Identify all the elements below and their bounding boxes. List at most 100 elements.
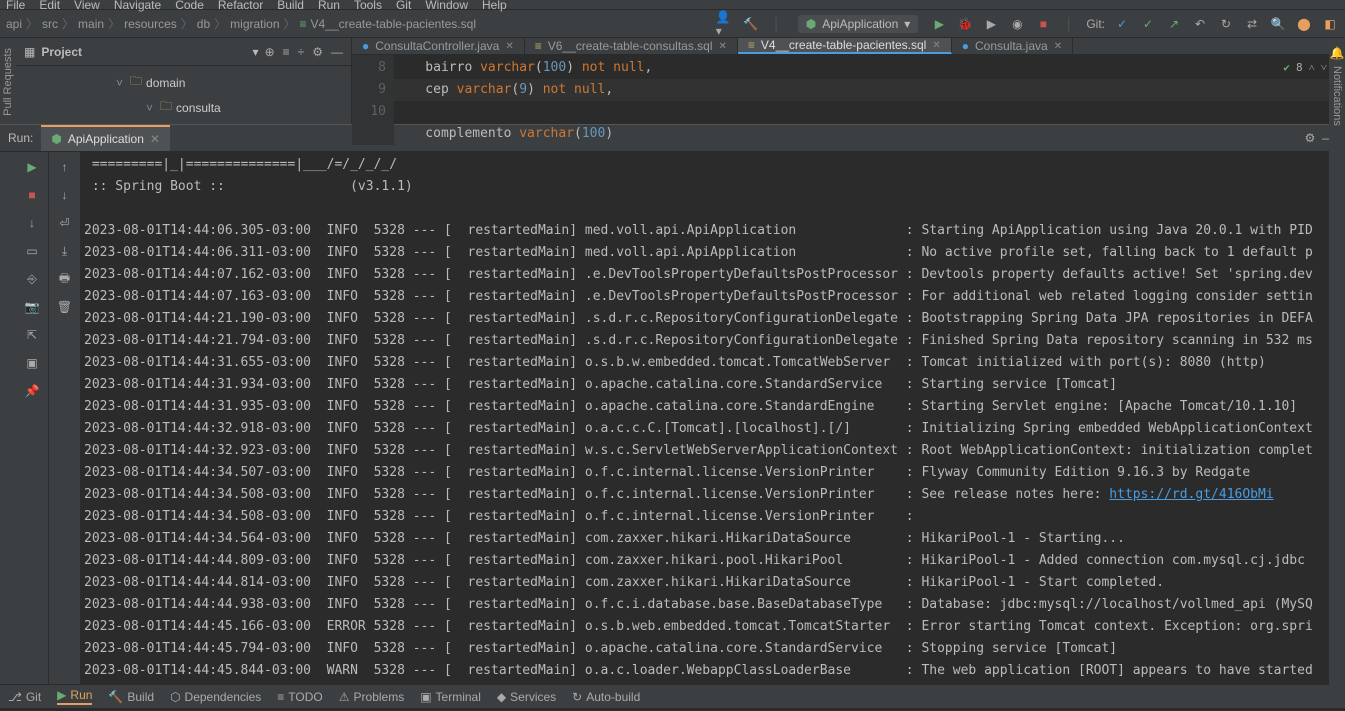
scroll-icon[interactable]: ⤓	[56, 242, 74, 260]
breadcrumb-part[interactable]: db	[197, 17, 210, 31]
tab-v4-sql[interactable]: ≡ V4__create-table-pacientes.sql ✕	[738, 38, 952, 54]
status-build[interactable]: 🔨Build	[108, 690, 154, 704]
camera-icon[interactable]: 📷	[23, 298, 41, 316]
run-tab-name: ApiApplication	[68, 132, 144, 146]
status-run[interactable]: ▶Run	[57, 688, 92, 705]
sql-file-icon: ≡	[535, 39, 542, 53]
menu-window[interactable]: Window	[425, 0, 468, 12]
menu-file[interactable]: File	[6, 0, 25, 12]
build-icon[interactable]: 🔨	[742, 15, 760, 33]
git-branch-icon[interactable]: ⇄	[1243, 15, 1261, 33]
stop-icon[interactable]: ■	[1034, 15, 1052, 33]
menu-tools[interactable]: Tools	[354, 0, 382, 12]
menu-navigate[interactable]: Navigate	[114, 0, 161, 12]
rerun-icon[interactable]: ▶	[23, 158, 41, 176]
breadcrumb-part[interactable]: resources	[124, 17, 177, 31]
breadcrumb-part[interactable]: migration	[230, 17, 279, 31]
code-area[interactable]: bairro varchar(100) not null, cep varcha…	[394, 55, 1345, 145]
pull-requests-tab[interactable]: Pull Requests	[2, 48, 14, 116]
coverage-icon[interactable]: ▶	[982, 15, 1000, 33]
run-icon[interactable]: ▶	[930, 15, 948, 33]
search-icon[interactable]: 🔍	[1269, 15, 1287, 33]
export-icon[interactable]: ⇱	[23, 326, 41, 344]
prev-icon[interactable]: ˄	[1309, 61, 1315, 74]
next-icon[interactable]: ˅	[1321, 61, 1327, 74]
console-output[interactable]: =========|_|==============|___/=/_/_/_/ …	[80, 152, 1329, 684]
project-tree: ˅ 🗀 domain ˅ 🗀 consulta	[16, 66, 351, 120]
pin-icon[interactable]: ▣	[23, 354, 41, 372]
project-title[interactable]: Project	[41, 45, 246, 59]
editor-body[interactable]: ✔ 8 ˄ ˅ 8 9 10 bairro varchar(100) not n…	[352, 55, 1345, 145]
status-problems[interactable]: ⚠Problems	[339, 690, 404, 704]
ide-update-icon[interactable]: ⬤	[1295, 15, 1313, 33]
collapse-icon[interactable]: ÷	[298, 45, 305, 59]
up-icon[interactable]: ↑	[56, 158, 74, 176]
print-icon[interactable]: 🖶	[56, 270, 74, 288]
status-terminal[interactable]: ▣Terminal	[420, 690, 481, 704]
breadcrumb-part[interactable]: main	[78, 17, 104, 31]
close-icon[interactable]: ✕	[150, 132, 160, 146]
release-notes-link[interactable]: https://rd.gt/416ObMi	[1109, 487, 1273, 502]
git-commit-icon[interactable]: ✓	[1139, 15, 1157, 33]
status-git[interactable]: ⎇Git	[8, 690, 41, 704]
tab-v6-sql[interactable]: ≡ V6__create-table-consultas.sql ✕	[525, 38, 738, 54]
chevron-down-icon: ˅	[116, 76, 126, 90]
tab-consultacontroller[interactable]: ● ConsultaController.java ✕	[352, 38, 525, 54]
status-autobuild[interactable]: ↻Auto-build	[572, 690, 640, 704]
autobuild-icon: ↻	[572, 690, 582, 704]
breadcrumb-part[interactable]: api	[6, 17, 22, 31]
hide-icon[interactable]: —	[331, 45, 343, 59]
close-icon[interactable]: ✕	[505, 41, 513, 52]
profile-icon[interactable]: ◉	[1008, 15, 1026, 33]
menu-run[interactable]: Run	[318, 0, 340, 12]
git-push-icon[interactable]: ↗	[1165, 15, 1183, 33]
notifications-tab[interactable]: Notifications	[1331, 66, 1343, 126]
status-dependencies[interactable]: ⬡Dependencies	[170, 690, 261, 704]
todo-icon: ≡	[277, 690, 284, 704]
git-history-icon[interactable]: ↶	[1191, 15, 1209, 33]
tab-consulta-java[interactable]: ● Consulta.java ✕	[952, 38, 1073, 54]
run-config-selector[interactable]: ⬢ ApiApplication ▾	[798, 15, 919, 33]
select-file-icon[interactable]: ⊕	[265, 45, 275, 59]
menu-help[interactable]: Help	[482, 0, 507, 12]
tack-icon[interactable]: 📌	[23, 382, 41, 400]
tree-item-consulta[interactable]: ˅ 🗀 consulta	[16, 95, 351, 120]
menu-build[interactable]: Build	[277, 0, 304, 12]
menu-edit[interactable]: Edit	[39, 0, 60, 12]
ide-settings-icon[interactable]: ◧	[1321, 15, 1339, 33]
status-services[interactable]: ◆Services	[497, 690, 556, 704]
status-todo[interactable]: ≡TODO	[277, 690, 322, 704]
user-icon[interactable]: 👤▾	[716, 15, 734, 33]
git-pull-icon[interactable]: ✓	[1113, 15, 1131, 33]
breadcrumb-part[interactable]: src	[42, 17, 58, 31]
editor-inspection-status[interactable]: ✔ 8 ˄ ˅	[1283, 61, 1327, 74]
wrap-icon[interactable]: ⏎	[56, 214, 74, 232]
close-icon[interactable]: ✕	[1054, 41, 1062, 52]
git-rollback-icon[interactable]: ↻	[1217, 15, 1235, 33]
project-panel: ▦ Project ▾ ⊕ ≡ ÷ ⚙ — ˅ 🗀 domain ˅ 🗀 con…	[16, 38, 352, 124]
debug-icon[interactable]: 🐞	[956, 15, 974, 33]
clear-icon[interactable]: 🗑	[56, 298, 74, 316]
editor-gutter: 8 9 10	[352, 55, 394, 145]
breadcrumb-file[interactable]: V4__create-table-pacientes.sql	[311, 17, 476, 31]
run-tab-apiapplication[interactable]: ⬢ ApiApplication ✕	[41, 125, 170, 151]
attach-icon[interactable]: ⎆	[23, 270, 41, 288]
tab-label: ConsultaController.java	[375, 39, 499, 53]
notifications-icon[interactable]: 🔔	[1330, 46, 1345, 60]
down-icon[interactable]: ↓	[56, 186, 74, 204]
close-icon[interactable]: ✕	[719, 41, 727, 52]
menu-view[interactable]: View	[74, 0, 100, 12]
expand-icon[interactable]: ≡	[283, 45, 290, 59]
hammer-icon: 🔨	[108, 690, 123, 704]
chevron-down-icon[interactable]: ▾	[253, 45, 259, 59]
exit-icon[interactable]: ↓	[23, 214, 41, 232]
stop-icon[interactable]: ■	[23, 186, 41, 204]
close-icon[interactable]: ✕	[932, 40, 940, 51]
menu-code[interactable]: Code	[175, 0, 204, 12]
tree-item-domain[interactable]: ˅ 🗀 domain	[16, 70, 351, 95]
menu-refactor[interactable]: Refactor	[218, 0, 263, 12]
gear-icon[interactable]: ⚙	[312, 45, 323, 59]
editor-tabs: ● ConsultaController.java ✕ ≡ V6__create…	[352, 38, 1345, 55]
menu-git[interactable]: Git	[396, 0, 411, 12]
layout-icon[interactable]: ▭	[23, 242, 41, 260]
